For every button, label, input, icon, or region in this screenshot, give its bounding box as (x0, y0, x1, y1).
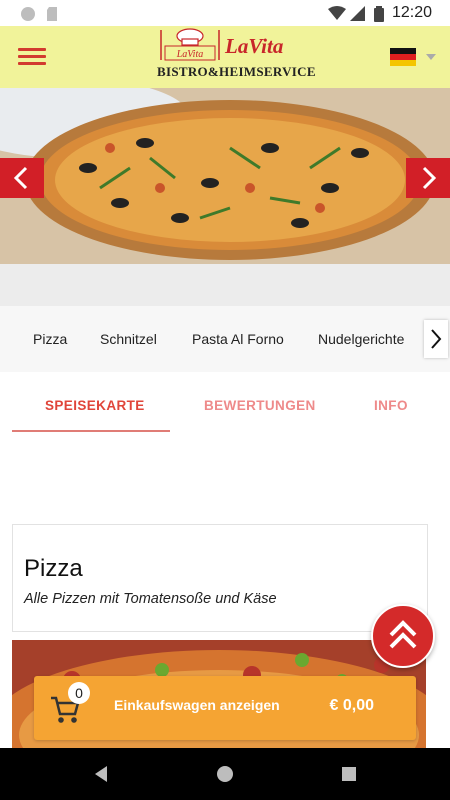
cart-count-badge: 0 (68, 682, 90, 704)
cart-bar[interactable]: 0 Einkaufswagen anzeigen € 0,00 (34, 676, 416, 740)
brand-subtitle: BISTRO&HEIMSERVICE (157, 64, 316, 79)
wifi-icon (328, 6, 346, 20)
pizza-hero-image (0, 88, 450, 264)
category-nudelgerichte[interactable]: Nudelgerichte (318, 331, 404, 347)
signal-icon (350, 6, 365, 21)
carousel-prev-button[interactable] (0, 158, 44, 198)
notification-circle-icon (21, 7, 35, 21)
chevron-right-icon (431, 329, 442, 349)
system-nav-bar (0, 748, 450, 800)
scroll-to-top-button[interactable] (371, 604, 435, 668)
cart-total: € 0,00 (329, 697, 374, 714)
category-pasta-al-forno[interactable]: Pasta Al Forno (192, 331, 284, 347)
recents-icon[interactable] (341, 764, 357, 784)
tab-bar: SPEISEKARTE BEWERTUNGEN INFO (0, 380, 450, 434)
german-flag-icon[interactable] (390, 48, 416, 66)
chevron-right-icon (422, 166, 437, 190)
sd-card-icon (47, 7, 57, 21)
tab-bewertungen[interactable]: BEWERTUNGEN (204, 398, 316, 413)
back-icon[interactable] (92, 764, 110, 784)
battery-icon (374, 6, 384, 22)
status-time: 12:20 (391, 4, 432, 21)
menu-icon[interactable] (18, 44, 46, 70)
carousel-next-button[interactable] (406, 158, 450, 198)
category-pizza[interactable]: Pizza (33, 331, 67, 347)
brand-name: LaVita (225, 34, 284, 58)
tab-speisekarte[interactable]: SPEISEKARTE (45, 398, 145, 413)
chef-logo-icon: LaVita (160, 28, 220, 61)
active-tab-indicator (12, 430, 170, 432)
category-bar: Pizza Schnitzel Pasta Al Forno Nudelgeri… (0, 306, 450, 372)
double-chevron-up-icon (389, 620, 417, 649)
status-bar: 12:20 (0, 0, 450, 26)
section-subtitle: Alle Pizzen mit Tomatensoße und Käse (24, 591, 277, 607)
menu-section-card: Pizza Alle Pizzen mit Tomatensoße und Kä… (12, 524, 428, 632)
app-bar: LaVita LaVita BISTRO&HEIMSERVICE (0, 26, 450, 88)
spacer-band (0, 264, 450, 306)
logo: LaVita LaVita BISTRO&HEIMSERVICE (152, 26, 316, 88)
tab-info[interactable]: INFO (374, 398, 408, 413)
section-title: Pizza (24, 555, 83, 582)
cart-label: Einkaufswagen anzeigen (114, 697, 280, 713)
category-schnitzel[interactable]: Schnitzel (100, 331, 157, 347)
svg-text:LaVita: LaVita (176, 49, 203, 60)
category-next-button[interactable] (424, 320, 448, 358)
hero-carousel[interactable] (0, 88, 450, 264)
chevron-left-icon (13, 166, 28, 190)
home-icon[interactable] (215, 764, 235, 784)
chevron-down-icon[interactable] (426, 54, 436, 60)
